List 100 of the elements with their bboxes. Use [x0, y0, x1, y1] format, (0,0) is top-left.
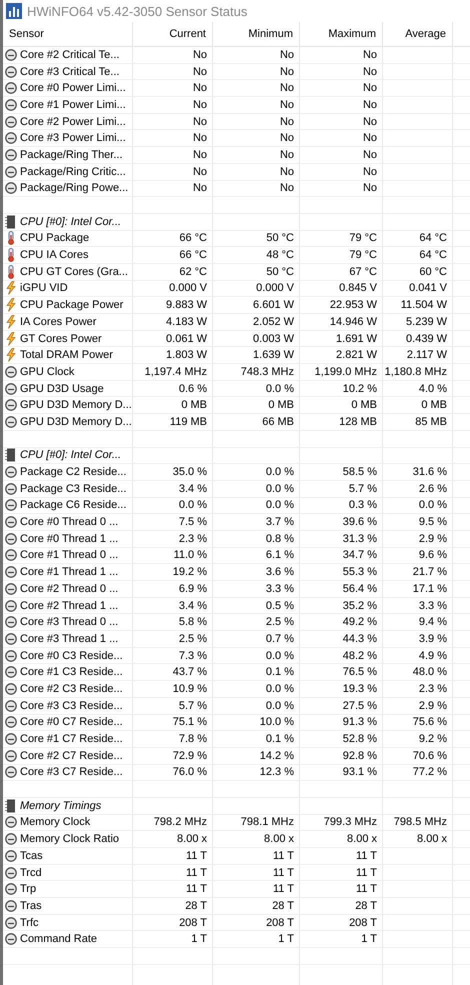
table-cell: No — [362, 98, 377, 111]
sensor-name: GPU D3D Usage — [20, 382, 104, 395]
column-header[interactable]: Sensor — [3, 22, 133, 46]
table-cell: 48 °C — [266, 249, 294, 262]
table-cell: 28 T — [355, 900, 377, 912]
table-cell: 55.3 % — [342, 566, 377, 578]
table-cell: 49.2 % — [342, 616, 377, 628]
table-cell: 35.0 % — [172, 466, 207, 478]
table-cell: 9.883 W — [166, 299, 207, 312]
gauge-icon — [5, 682, 17, 695]
table-cell: 44.3 % — [342, 632, 377, 645]
sensor-name: GPU D3D Memory D... — [20, 416, 132, 428]
sensor-name: Memory Clock Ratio — [20, 833, 120, 846]
table-cell: 0 MB — [421, 399, 447, 412]
table-cell: 11 T — [356, 866, 377, 879]
table-cell: 0.0 % — [266, 482, 294, 495]
sensor-name: GT Cores Power — [20, 332, 102, 345]
sensor-name: Package/Ring Powe... — [20, 182, 128, 194]
table-cell: 17.1 % — [412, 582, 447, 595]
table-cell: No — [362, 66, 377, 78]
table-cell: 4.183 W — [166, 316, 207, 328]
table-cell: 11.0 % — [174, 549, 207, 562]
table-cell: 9.2 % — [418, 733, 447, 746]
gauge-icon — [5, 399, 17, 412]
column-header[interactable]: Maximum — [300, 22, 383, 46]
table-cell: 0.0 % — [266, 382, 294, 395]
table-cell: No — [280, 66, 294, 78]
table-cell: 1,199.0 MHz — [314, 366, 377, 378]
table-cell: 0.8 % — [266, 532, 294, 545]
table-cell: 0.0 % — [266, 682, 294, 695]
table-cell: 72.9 % — [172, 750, 207, 762]
sensor-name: Core #0 Thread 0 ... — [20, 516, 118, 528]
table-cell: 0.000 V — [256, 282, 294, 294]
table-cell: 119 MB — [170, 416, 207, 428]
sensor-name: Memory Clock — [20, 816, 90, 828]
table-cell: 7.5 % — [178, 516, 207, 528]
column-header[interactable]: Current — [133, 22, 213, 46]
table-cell: 748.3 MHz — [240, 366, 294, 378]
sensor-name: Package C3 Reside... — [20, 482, 126, 495]
table-cell: 48.2 % — [342, 650, 377, 662]
table-cell: 9.6 % — [418, 549, 447, 562]
sensor-name: Package/Ring Critic... — [20, 166, 126, 178]
column-header[interactable]: Minimum — [213, 22, 300, 46]
table-cell: 5.7 % — [348, 482, 377, 495]
table-cell: 79 °C — [349, 249, 377, 262]
table-cell: 79 °C — [349, 232, 377, 244]
table-cell: 14.2 % — [260, 750, 294, 762]
sensor-name: Core #1 Power Limi... — [20, 98, 126, 111]
sensor-name: Core #0 Power Limi... — [20, 82, 126, 94]
sensor-name: Core #3 C3 Reside... — [20, 700, 123, 712]
table-cell: No — [362, 48, 377, 61]
chip-icon — [5, 798, 17, 813]
gauge-icon — [5, 82, 17, 94]
gauge-icon — [5, 532, 17, 545]
sensor-name: Trfc — [20, 916, 39, 929]
gauge-icon — [5, 733, 17, 746]
table-cell: No — [280, 98, 294, 111]
table-cell: 799.3 MHz — [324, 816, 377, 828]
table-cell: 2.117 W — [406, 349, 447, 362]
gauge-icon — [5, 666, 17, 678]
table-cell: 0.0 % — [418, 499, 447, 512]
table-cell: 11 T — [356, 883, 377, 896]
table-cell: No — [280, 116, 294, 128]
table-cell: 67 °C — [349, 266, 377, 278]
sensor-name: CPU GT Cores (Gra... — [20, 266, 128, 278]
column-header[interactable]: Average — [383, 22, 453, 46]
table-cell: 6.1 % — [266, 549, 294, 562]
group-name: Memory Timings — [20, 800, 102, 812]
table-cell: 2.9 % — [418, 532, 447, 545]
table-cell: 0.0 % — [266, 499, 294, 512]
table-cell: 1.803 W — [166, 349, 207, 362]
table-cell: 208 T — [266, 916, 294, 929]
lightning-icon — [5, 281, 17, 296]
gauge-icon — [5, 632, 17, 645]
gauge-icon — [5, 933, 17, 946]
sensor-name: Core #3 Thread 0 ... — [20, 616, 118, 628]
sensor-name: GPU D3D Memory D... — [20, 399, 132, 412]
table-cell: 0 MB — [351, 399, 377, 412]
gauge-icon — [5, 700, 17, 712]
table-cell: 66 °C — [179, 232, 207, 244]
table-cell: 27.5 % — [342, 700, 377, 712]
table-cell: 4.0 % — [418, 382, 447, 395]
table-cell: 75.6 % — [412, 716, 447, 728]
table-cell: 93.1 % — [342, 766, 377, 778]
table-cell: No — [192, 132, 207, 144]
table-cell: 10.0 % — [260, 716, 294, 728]
table-cell: 1 T — [191, 933, 207, 946]
sensor-name: Tcas — [20, 850, 43, 862]
table-cell: 798.2 MHz — [154, 816, 207, 828]
table-cell: 0.041 V — [409, 282, 447, 294]
sensor-name: Core #1 C3 Reside... — [20, 666, 123, 678]
sensor-name: Total DRAM Power — [20, 349, 113, 362]
table-cell: No — [280, 148, 294, 161]
table-cell: 52.8 % — [342, 733, 377, 746]
table-cell: 0.5 % — [266, 600, 294, 612]
table-cell: No — [280, 182, 294, 194]
table-cell: 2.9 % — [418, 700, 447, 712]
table-cell: No — [192, 166, 207, 178]
sensor-name: Core #3 Power Limi... — [20, 132, 126, 144]
sensor-name: Package/Ring Ther... — [20, 148, 123, 161]
